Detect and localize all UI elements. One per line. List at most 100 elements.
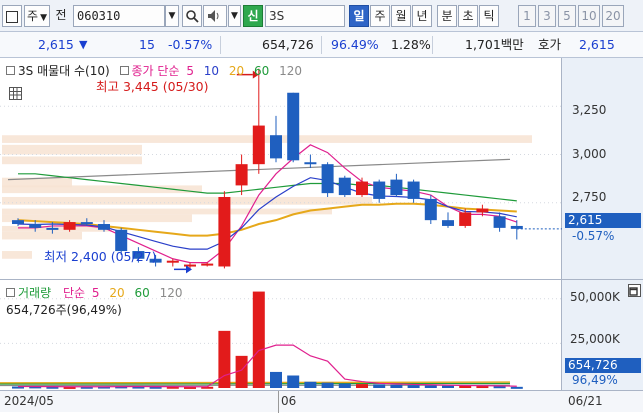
volume-bar	[339, 384, 351, 388]
interval-button-3[interactable]: 3	[538, 5, 556, 27]
volume-bar	[476, 386, 488, 388]
volume-bar	[270, 372, 282, 388]
divider	[432, 36, 433, 54]
volume-profile-bar	[2, 251, 32, 259]
candle-body	[236, 164, 248, 185]
prev-label: 전	[52, 5, 70, 27]
volume-bar	[304, 382, 316, 388]
current-price: 2,615	[38, 37, 74, 53]
volume-profile-bar	[2, 156, 142, 164]
search-icon[interactable]	[182, 5, 202, 27]
price-axis: 3,250 3,000 2,750 2,615 -0.57%	[562, 58, 643, 280]
high-price-note: 최고 3,445 (05/30)	[96, 76, 209, 95]
square-icon[interactable]	[2, 5, 22, 27]
period-button-3[interactable]: 년	[412, 5, 432, 27]
quote-price: 2,615	[579, 37, 615, 53]
stock-name-field[interactable]: 3S	[265, 5, 345, 27]
price-tick: 2,750	[572, 190, 606, 204]
interval-button-5[interactable]: 5	[558, 5, 576, 27]
candle-body	[304, 162, 316, 164]
vol-ma5-line	[18, 345, 517, 387]
volume-bar	[459, 386, 471, 388]
volume-bar	[287, 376, 299, 389]
period-button-1[interactable]: 주	[370, 5, 390, 27]
period-button-0[interactable]: 일	[349, 5, 369, 27]
trade-volume: 654,726	[262, 37, 314, 53]
interval-button-1[interactable]: 1	[518, 5, 536, 27]
volume-tick: 25,000K	[570, 332, 620, 346]
chevron-down-icon[interactable]: ▼	[165, 5, 179, 27]
candle-body	[425, 199, 437, 220]
volume-bar	[425, 386, 437, 389]
legend-vol-ma20: 20	[109, 286, 124, 300]
current-change-tag: -0.57%	[569, 229, 617, 244]
volume-bar	[442, 386, 454, 388]
chevron-down-icon[interactable]: ▼	[228, 5, 241, 27]
legend-vol-ma120: 120	[160, 286, 183, 300]
trade-value: 1,701백만	[465, 37, 524, 53]
current-price-tag: 2,615	[565, 213, 641, 228]
legend-vol-ma-label: 단순	[63, 286, 85, 300]
period-button-2[interactable]: 월	[391, 5, 411, 27]
market-select-value: 주	[27, 9, 38, 23]
maximize-icon[interactable]	[628, 284, 641, 297]
legend-square-icon	[120, 66, 129, 75]
interval-button-20[interactable]: 20	[602, 5, 624, 27]
candle-body	[390, 180, 402, 195]
speaker-icon[interactable]	[203, 5, 227, 27]
candle-body	[184, 265, 196, 267]
volume-profile-bar	[2, 197, 372, 205]
price-tick: 3,250	[572, 103, 606, 117]
candle-body	[339, 178, 351, 195]
volume-bar	[373, 384, 385, 388]
current-volume-pct: 96,49%	[569, 373, 621, 388]
market-select[interactable]: 주▼	[24, 5, 50, 27]
price-change: 15	[139, 37, 155, 53]
interval-button-10[interactable]: 10	[578, 5, 600, 27]
volume-profile-bar	[2, 232, 82, 240]
legend-vol-ma5: 5	[92, 286, 100, 300]
candle-body	[287, 93, 299, 161]
candle-body	[218, 197, 230, 266]
volume-profile-bar	[2, 145, 142, 155]
candle-body	[476, 209, 488, 213]
turnover-rate: 1.28%	[391, 37, 431, 53]
volume-chart-panel[interactable]: 거래량 단순 5 20 60 120 654,726주(96,49%)	[0, 280, 562, 390]
volume-ratio: 96.49%	[331, 37, 379, 53]
volume-legend: 거래량 단순 5 20 60 120	[6, 285, 182, 301]
date-label: 06	[281, 394, 296, 408]
legend-square-icon	[6, 288, 15, 297]
period-button-5[interactable]: 초	[458, 5, 478, 27]
price-chart-panel[interactable]: 3S 매물대 수(10) 종가 단순 5 10 20 60 120 최고 3,4…	[0, 58, 562, 280]
candle-body	[494, 216, 506, 228]
candle-body	[408, 182, 420, 199]
candle-body	[253, 126, 265, 165]
candle-body	[322, 164, 334, 193]
chart-toolbar: 주▼ 전 060310 ▼ ▼ 신 3S 일주월년분초틱 1351020	[0, 0, 643, 32]
legend-square-icon	[6, 66, 15, 75]
candle-body	[201, 264, 213, 266]
volume-bar	[218, 331, 230, 388]
down-arrow-icon: ▼	[79, 37, 87, 53]
legend-ma120: 120	[279, 64, 302, 78]
price-tick: 3,000	[572, 147, 606, 161]
period-button-4[interactable]: 분	[437, 5, 457, 27]
low-price-note: 최저 2,400 (05/27)	[44, 246, 157, 265]
legend-ma20: 20	[229, 64, 244, 78]
candle-body	[356, 182, 368, 196]
volume-axis: 50,000K 25,000K 654,726 96,49%	[562, 280, 643, 390]
candle-body	[12, 220, 24, 224]
candle-body	[442, 220, 454, 226]
candle-body	[29, 224, 41, 228]
stock-code-input[interactable]: 060310	[73, 5, 165, 27]
date-divider	[278, 391, 279, 413]
candle-body	[373, 182, 385, 199]
volume-profile-bar	[2, 135, 532, 143]
period-button-6[interactable]: 틱	[479, 5, 499, 27]
legend-volume-title: 거래량	[18, 286, 51, 300]
legend-ma60: 60	[254, 64, 269, 78]
volume-bar	[408, 385, 420, 388]
candle-body	[98, 224, 110, 230]
volume-bar	[390, 385, 402, 388]
grid-icon[interactable]	[9, 87, 22, 100]
